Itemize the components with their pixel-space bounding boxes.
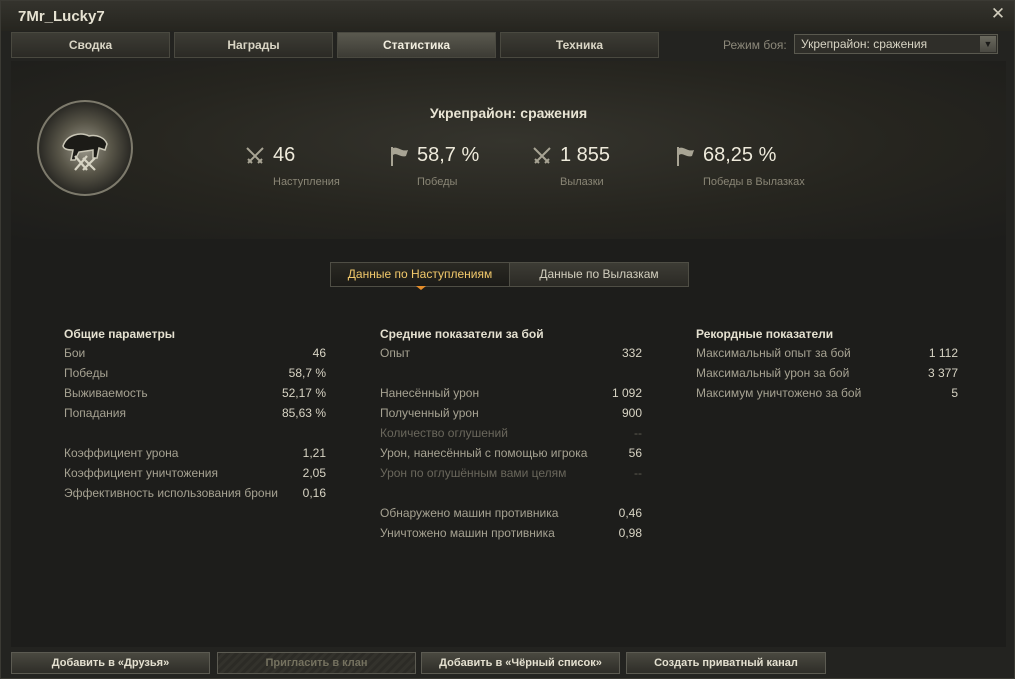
toggle-sorties-data[interactable]: Данные по Вылазкам	[510, 263, 688, 286]
stat-row: Выживаемость 52,17 %	[64, 386, 326, 406]
profile-window: 7Mr_Lucky7 ✕ Сводка Награды Статистика Т…	[0, 0, 1015, 679]
stat-value: --	[634, 466, 642, 480]
tab-vehicles[interactable]: Техника	[500, 32, 659, 58]
battle-mode-select[interactable]: Укрепрайон: сражения ▼	[794, 34, 998, 54]
add-friend-button[interactable]: Добавить в «Друзья»	[11, 652, 210, 674]
stat-label: Эффективность использования брони	[64, 486, 278, 500]
toggle-attacks-data[interactable]: Данные по Наступлениям	[331, 263, 510, 286]
flag-icon	[391, 147, 408, 166]
stat-attacks-value: 46	[273, 144, 296, 166]
invite-clan-button[interactable]: Пригласить в клан	[217, 652, 416, 674]
stat-label: Коэффициент уничтожения	[64, 466, 218, 480]
stat-row: Эффективность использования брони 0,16	[64, 486, 326, 506]
stat-row: Урон по оглушённым вами целям --	[380, 466, 642, 486]
stat-value: 46	[312, 346, 326, 360]
chevron-down-icon[interactable]: ▼	[980, 36, 996, 52]
stat-row: Максимальный опыт за бой 1 112	[696, 346, 958, 366]
stat-value: 332	[621, 346, 642, 360]
stat-label: Выживаемость	[64, 386, 148, 400]
battle-mode-label: Режим боя:	[723, 38, 787, 52]
records-column: Рекордные показатели Максимальный опыт з…	[696, 327, 958, 406]
stat-value: 0,16	[302, 486, 326, 500]
stat-label: Полученный урон	[380, 406, 479, 420]
stat-label: Коэффициент урона	[64, 446, 179, 460]
stat-value: --	[634, 426, 642, 440]
stat-value: 56	[628, 446, 642, 460]
stat-row: Количество оглушений --	[380, 426, 642, 446]
stat-label: Обнаружено машин противника	[380, 506, 559, 520]
stat-value: 1 092	[611, 386, 642, 400]
stat-label: Максимальный опыт за бой	[696, 346, 851, 360]
stat-value: 52,17 %	[281, 386, 326, 400]
stat-label: Урон, нанесённый с помощью игрока	[380, 446, 588, 460]
stat-row: Обнаружено машин противника 0,46	[380, 506, 642, 526]
stat-value: 0,98	[618, 526, 642, 540]
stat-label: Бои	[64, 346, 86, 360]
stat-row: Максимум уничтожено за бой 5	[696, 386, 958, 406]
stat-sortie-wins-value: 68,25 %	[703, 144, 777, 166]
stat-label: Уничтожено машин противника	[380, 526, 555, 540]
stat-value: 900	[621, 406, 642, 420]
stat-attacks-label: Наступления	[273, 176, 340, 188]
stat-row: Нанесённый урон 1 092	[380, 386, 642, 406]
stat-value: 3 377	[927, 366, 958, 380]
stat-label: Нанесённый урон	[380, 386, 480, 400]
stat-row: Попадания 85,63 %	[64, 406, 326, 426]
active-indicator	[416, 286, 426, 290]
stat-value: 58,7 %	[288, 366, 326, 380]
window-title: 7Mr_Lucky7	[18, 8, 105, 25]
stat-row: Коэффициент уничтожения 2,05	[64, 466, 326, 486]
stat-label: Попадания	[64, 406, 126, 420]
stat-row: Уничтожено машин противника 0,98	[380, 526, 642, 546]
add-blacklist-button[interactable]: Добавить в «Чёрный список»	[421, 652, 620, 674]
average-params-column: Средние показатели за бой Опыт 332 Нанесё…	[380, 327, 642, 546]
stat-value: 1,21	[302, 446, 326, 460]
tab-summary[interactable]: Сводка	[11, 32, 170, 58]
column-title: Рекордные показатели	[696, 327, 834, 341]
stat-label: Максимальный урон за бой	[696, 366, 850, 380]
stat-row: Бои 46	[64, 346, 326, 366]
column-title: Средние показатели за бой	[380, 327, 544, 341]
stat-value: 1 112	[928, 346, 958, 360]
stat-row: Победы 58,7 %	[64, 366, 326, 386]
stat-row: Максимальный урон за бой 3 377	[696, 366, 958, 386]
stat-row: Полученный урон 900	[380, 406, 642, 426]
flag-icon	[677, 147, 694, 166]
stat-label: Максимум уничтожено за бой	[696, 386, 862, 400]
stat-label: Урон по оглушённым вами целям	[380, 466, 567, 480]
stat-row: Урон, нанесённый с помощью игрока 56	[380, 446, 642, 466]
stat-sorties-value: 1 855	[560, 144, 611, 166]
tab-awards[interactable]: Награды	[174, 32, 333, 58]
stat-value: 0,46	[618, 506, 642, 520]
battle-mode-value: Укрепрайон: сражения	[801, 37, 928, 51]
stat-sorties-label: Вылазки	[560, 176, 604, 188]
stat-label: Победы	[64, 366, 109, 380]
stat-wins-label: Победы	[417, 176, 458, 188]
stat-label: Количество оглушений	[380, 426, 508, 440]
stat-label: Опыт	[380, 346, 410, 360]
close-icon[interactable]: ✕	[990, 5, 1006, 22]
title-bar: 7Mr_Lucky7 ✕	[1, 1, 1014, 31]
crossed-swords-icon	[246, 147, 264, 164]
stat-value: 85,63 %	[281, 406, 326, 420]
stat-value: 5	[951, 386, 958, 400]
stat-row: Опыт 332	[380, 346, 642, 366]
data-source-toggle: Данные по Наступлениям Данные по Вылазка…	[330, 262, 689, 290]
statistics-panel: Укрепрайон: сражения 46 Наступления 58,7…	[11, 61, 1006, 647]
general-params-column: Общие параметры Бои 46 Победы 58,7 % Выжив…	[64, 327, 326, 506]
stats-banner: Укрепрайон: сражения 46 Наступления 58,7…	[11, 61, 1006, 239]
stat-value: 2,05	[302, 466, 326, 480]
tab-statistics[interactable]: Статистика	[337, 32, 496, 58]
stat-row: Коэффициент урона 1,21	[64, 446, 326, 466]
stat-sortie-wins-label: Победы в Вылазках	[703, 176, 805, 188]
banner-title: Укрепрайон: сражения	[429, 105, 588, 121]
column-title: Общие параметры	[64, 327, 176, 341]
private-channel-button[interactable]: Создать приватный канал	[626, 652, 826, 674]
stat-wins-value: 58,7 %	[417, 144, 480, 166]
crossed-swords-icon	[533, 147, 551, 164]
